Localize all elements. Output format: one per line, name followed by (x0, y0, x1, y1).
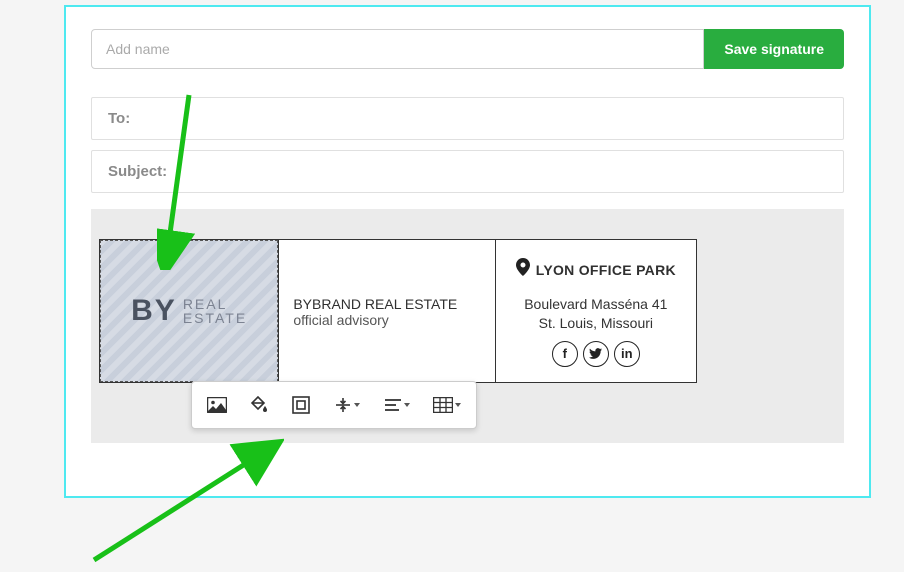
caret-down-icon (354, 403, 360, 407)
twitter-icon[interactable] (583, 341, 609, 367)
office-title: LYON OFFICE PARK (536, 262, 676, 278)
horizontal-align-button[interactable] (374, 387, 420, 423)
company-tagline: official advisory (293, 312, 480, 328)
cell-style-button[interactable] (282, 387, 320, 423)
signature-preview-area: BY REAL ESTATE BYBRAND REAL ESTATE offic… (91, 209, 844, 443)
signature-table[interactable]: BY REAL ESTATE BYBRAND REAL ESTATE offic… (99, 239, 697, 383)
logo-by-text: BY (131, 294, 177, 328)
map-pin-icon (516, 258, 530, 281)
logo-real: REAL (183, 297, 247, 311)
table-operations-button[interactable] (424, 387, 470, 423)
signature-cell-company[interactable]: BYBRAND REAL ESTATE official advisory (278, 240, 495, 382)
to-field[interactable]: To: (91, 97, 844, 140)
company-logo: BY REAL ESTATE (131, 294, 247, 328)
fill-color-button[interactable] (240, 387, 278, 423)
social-icons: f in (506, 341, 686, 367)
signature-name-input[interactable] (91, 29, 704, 69)
signature-cell-address[interactable]: LYON OFFICE PARK Boulevard Masséna 41 St… (496, 240, 696, 382)
insert-image-button[interactable] (198, 387, 236, 423)
top-row: Save signature (91, 29, 844, 69)
save-signature-button[interactable]: Save signature (704, 29, 844, 69)
linkedin-icon[interactable]: in (614, 341, 640, 367)
caret-down-icon (455, 403, 461, 407)
table-toolbar (191, 381, 477, 429)
facebook-icon[interactable]: f (552, 341, 578, 367)
vertical-align-button[interactable] (324, 387, 370, 423)
address-line2: St. Louis, Missouri (506, 314, 686, 333)
signature-cell-logo[interactable]: BY REAL ESTATE (100, 240, 278, 382)
caret-down-icon (404, 403, 410, 407)
logo-estate: ESTATE (183, 311, 247, 325)
address-line1: Boulevard Masséna 41 (506, 295, 686, 314)
company-name: BYBRAND REAL ESTATE (293, 296, 480, 312)
editor-panel: Save signature To: Subject: BY REAL ESTA… (64, 5, 871, 498)
subject-field[interactable]: Subject: (91, 150, 844, 193)
